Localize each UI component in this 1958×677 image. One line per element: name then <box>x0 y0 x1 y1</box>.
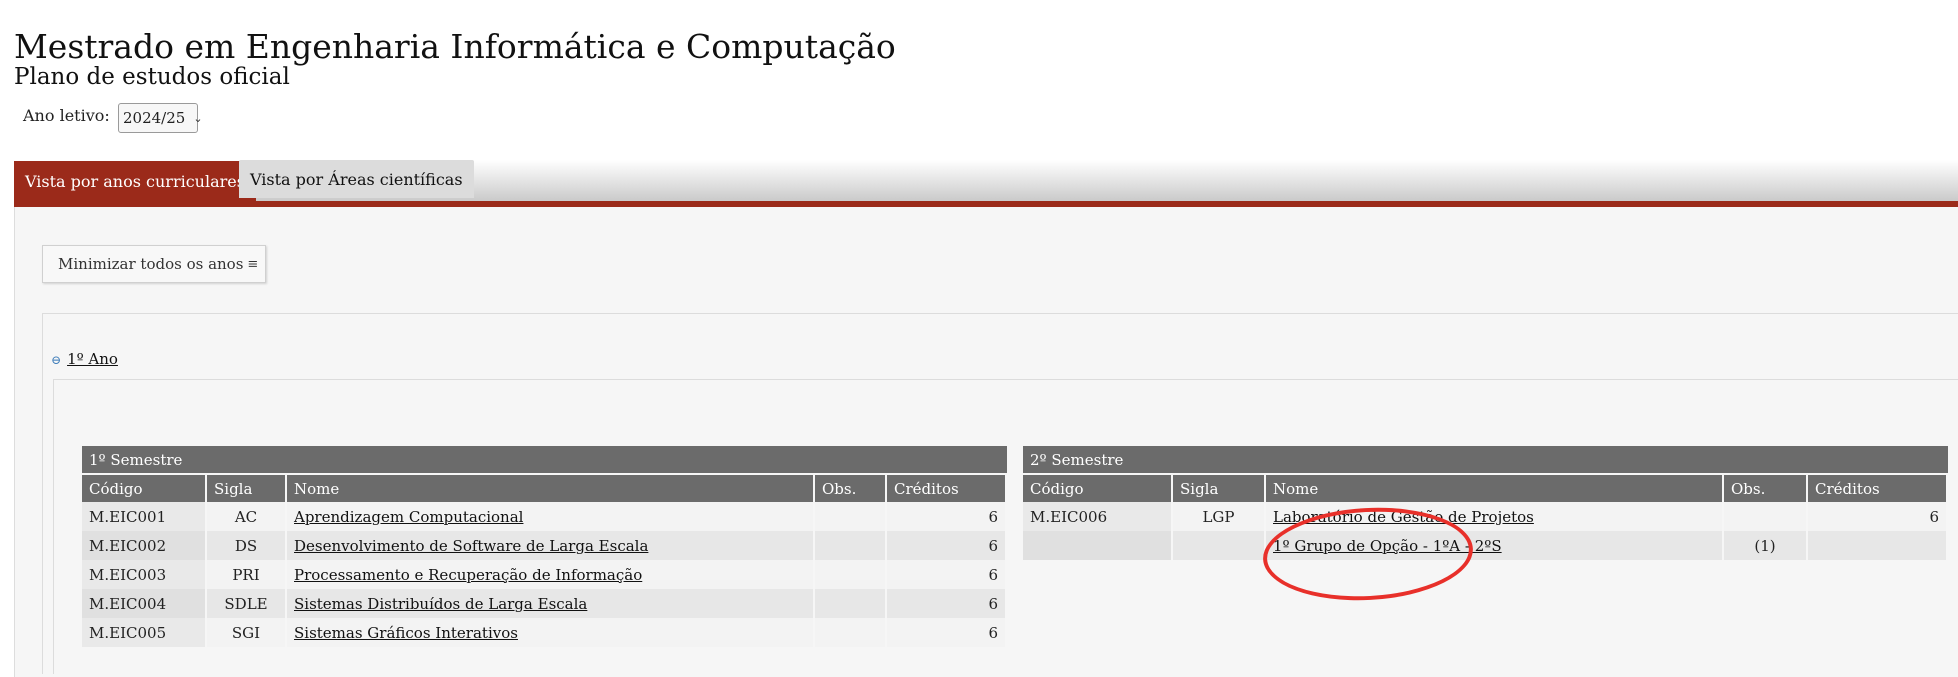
course-link[interactable]: Laboratório de Gestão de Projetos <box>1273 508 1534 526</box>
table-row: M.EIC003 PRI Processamento e Recuperação… <box>82 560 1008 589</box>
table-row: M.EIC005 SGI Sistemas Gráficos Interativ… <box>82 618 1008 647</box>
course-link[interactable]: Processamento e Recuperação de Informaçã… <box>294 566 642 584</box>
course-credits: 6 <box>887 618 1008 647</box>
course-code <box>1023 531 1173 560</box>
course-code: M.EIC006 <box>1023 502 1173 531</box>
tab-scientific-areas[interactable]: Vista por Áreas científicas <box>239 160 474 198</box>
year-select[interactable]: 2024/25 ⌄ <box>118 103 203 133</box>
course-link[interactable]: Sistemas Gráficos Interativos <box>294 624 518 642</box>
option-group-link[interactable]: 1º Grupo de Opção - 1ºA - 2ºS <box>1273 537 1502 555</box>
course-link[interactable]: Sistemas Distribuídos de Larga Escala <box>294 595 587 613</box>
column-header-name: Nome <box>1266 475 1724 502</box>
column-header-sigla: Sigla <box>207 475 287 502</box>
course-obs <box>815 618 887 647</box>
semester-2-title: 2º Semestre <box>1023 446 1949 475</box>
course-obs <box>815 502 887 531</box>
course-sigla: AC <box>207 502 287 531</box>
course-code: M.EIC001 <box>82 502 207 531</box>
course-sigla: SDLE <box>207 589 287 618</box>
year-1-toggle[interactable]: ⊖ 1º Ano <box>51 350 118 368</box>
semester-2-table: 2º Semestre Código Sigla Nome Obs. Crédi… <box>1023 446 1949 560</box>
course-code: M.EIC005 <box>82 618 207 647</box>
course-sigla <box>1173 531 1266 560</box>
page-title: Mestrado em Engenharia Informática e Com… <box>14 27 896 67</box>
minus-circle-icon: ⊖ <box>51 353 62 367</box>
course-sigla: PRI <box>207 560 287 589</box>
course-credits: 6 <box>887 531 1008 560</box>
course-obs <box>815 531 887 560</box>
collapse-icon: ≡ <box>247 256 259 272</box>
column-header-obs: Obs. <box>1724 475 1808 502</box>
column-header-obs: Obs. <box>815 475 887 502</box>
column-header-code: Código <box>1023 475 1173 502</box>
table-row: 1º Grupo de Opção - 1ºA - 2ºS (1) <box>1023 531 1949 560</box>
course-sigla: SGI <box>207 618 287 647</box>
tab-curricular-years[interactable]: Vista por anos curriculares <box>14 161 256 201</box>
table-row: M.EIC006 LGP Laboratório de Gestão de Pr… <box>1023 502 1949 531</box>
page-subtitle: Plano de estudos oficial <box>14 64 290 90</box>
course-obs <box>815 560 887 589</box>
course-credits: 6 <box>887 589 1008 618</box>
course-credits: 6 <box>1808 502 1949 531</box>
course-link[interactable]: Desenvolvimento de Software de Larga Esc… <box>294 537 648 555</box>
course-credits: 6 <box>887 560 1008 589</box>
year-select-value: 2024/25 <box>123 109 186 127</box>
minimize-all-years-button[interactable]: Minimizar todos os anos ≡ <box>42 245 266 283</box>
course-credits: 6 <box>887 502 1008 531</box>
column-header-name: Nome <box>287 475 815 502</box>
course-obs: (1) <box>1724 531 1808 560</box>
year-label: Ano letivo: <box>23 106 110 125</box>
column-header-credits: Créditos <box>1808 475 1949 502</box>
course-sigla: LGP <box>1173 502 1266 531</box>
column-header-code: Código <box>82 475 207 502</box>
course-code: M.EIC003 <box>82 560 207 589</box>
column-header-sigla: Sigla <box>1173 475 1266 502</box>
semester-1-title: 1º Semestre <box>82 446 1008 475</box>
minimize-all-years-label: Minimizar todos os anos <box>58 255 244 273</box>
table-row: M.EIC001 AC Aprendizagem Computacional 6 <box>82 502 1008 531</box>
table-row: M.EIC004 SDLE Sistemas Distribuídos de L… <box>82 589 1008 618</box>
course-link[interactable]: Aprendizagem Computacional <box>294 508 523 526</box>
semester-1-table: 1º Semestre Código Sigla Nome Obs. Crédi… <box>82 446 1008 647</box>
course-credits <box>1808 531 1949 560</box>
course-obs <box>815 589 887 618</box>
chevron-down-icon: ⌄ <box>193 111 203 125</box>
column-header-credits: Créditos <box>887 475 1008 502</box>
course-code: M.EIC002 <box>82 531 207 560</box>
table-row: M.EIC002 DS Desenvolvimento de Software … <box>82 531 1008 560</box>
course-sigla: DS <box>207 531 287 560</box>
course-obs <box>1724 502 1808 531</box>
course-code: M.EIC004 <box>82 589 207 618</box>
year-1-label: 1º Ano <box>67 350 118 368</box>
